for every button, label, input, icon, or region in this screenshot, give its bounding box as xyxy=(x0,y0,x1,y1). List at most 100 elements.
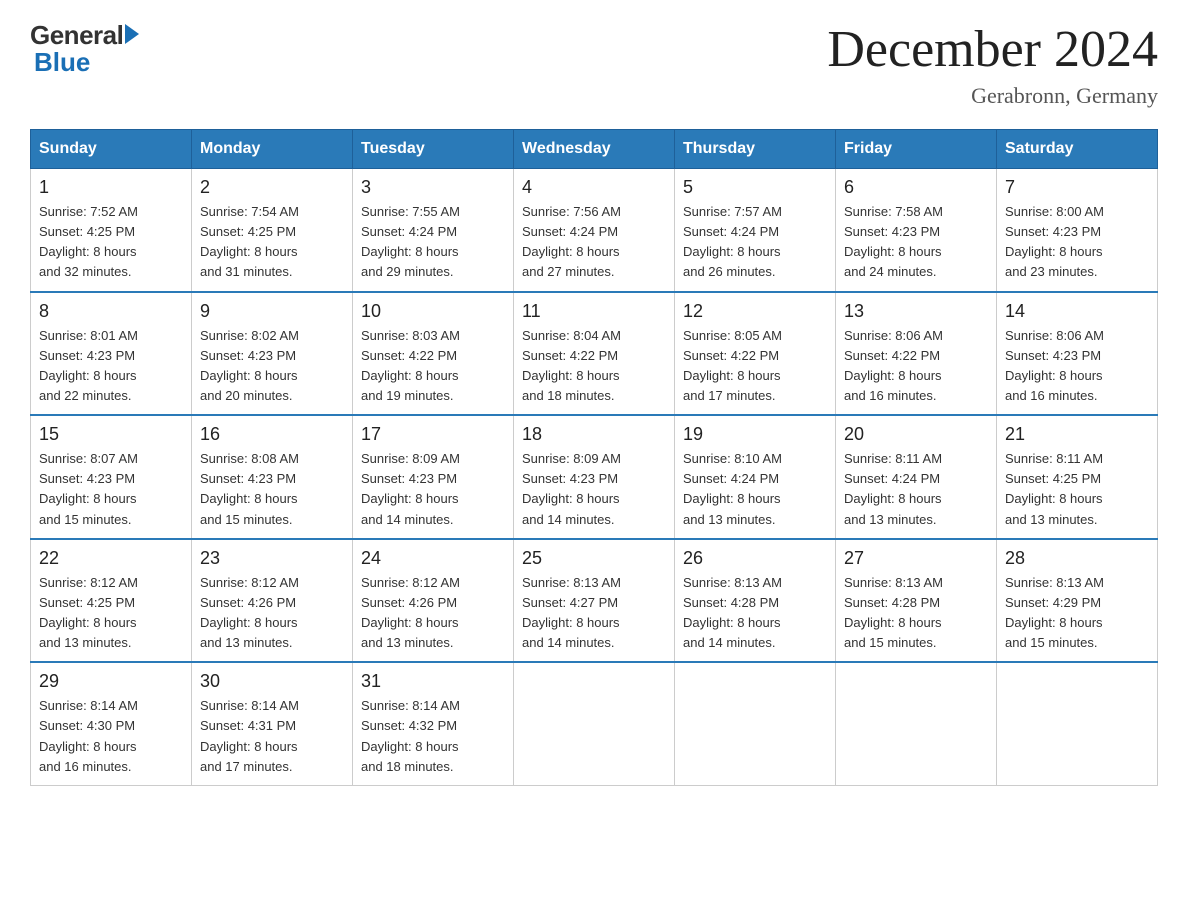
logo-triangle-icon xyxy=(125,24,139,44)
weekday-header-wednesday: Wednesday xyxy=(514,130,675,169)
day-number: 12 xyxy=(683,301,827,322)
day-info: Sunrise: 7:55 AMSunset: 4:24 PMDaylight:… xyxy=(361,202,505,283)
day-info: Sunrise: 8:02 AMSunset: 4:23 PMDaylight:… xyxy=(200,326,344,407)
day-info: Sunrise: 8:14 AMSunset: 4:30 PMDaylight:… xyxy=(39,696,183,777)
day-number: 26 xyxy=(683,548,827,569)
day-info: Sunrise: 8:13 AMSunset: 4:28 PMDaylight:… xyxy=(683,573,827,654)
day-number: 19 xyxy=(683,424,827,445)
calendar-day-cell: 28 Sunrise: 8:13 AMSunset: 4:29 PMDayligh… xyxy=(997,539,1158,663)
calendar-day-cell: 24 Sunrise: 8:12 AMSunset: 4:26 PMDayligh… xyxy=(353,539,514,663)
day-number: 28 xyxy=(1005,548,1149,569)
day-number: 21 xyxy=(1005,424,1149,445)
day-info: Sunrise: 8:06 AMSunset: 4:22 PMDaylight:… xyxy=(844,326,988,407)
calendar-header-row: SundayMondayTuesdayWednesdayThursdayFrid… xyxy=(31,130,1158,169)
day-info: Sunrise: 8:00 AMSunset: 4:23 PMDaylight:… xyxy=(1005,202,1149,283)
day-info: Sunrise: 8:11 AMSunset: 4:24 PMDaylight:… xyxy=(844,449,988,530)
day-number: 8 xyxy=(39,301,183,322)
calendar-day-cell: 1 Sunrise: 7:52 AMSunset: 4:25 PMDaylight… xyxy=(31,169,192,292)
day-info: Sunrise: 8:06 AMSunset: 4:23 PMDaylight:… xyxy=(1005,326,1149,407)
day-number: 24 xyxy=(361,548,505,569)
day-number: 15 xyxy=(39,424,183,445)
day-number: 18 xyxy=(522,424,666,445)
day-number: 29 xyxy=(39,671,183,692)
calendar-week-row: 22 Sunrise: 8:12 AMSunset: 4:25 PMDayligh… xyxy=(31,539,1158,663)
day-info: Sunrise: 8:13 AMSunset: 4:27 PMDaylight:… xyxy=(522,573,666,654)
day-info: Sunrise: 8:04 AMSunset: 4:22 PMDaylight:… xyxy=(522,326,666,407)
day-number: 20 xyxy=(844,424,988,445)
day-number: 30 xyxy=(200,671,344,692)
calendar-day-cell: 30 Sunrise: 8:14 AMSunset: 4:31 PMDayligh… xyxy=(192,662,353,785)
day-info: Sunrise: 7:52 AMSunset: 4:25 PMDaylight:… xyxy=(39,202,183,283)
day-number: 17 xyxy=(361,424,505,445)
weekday-header-friday: Friday xyxy=(836,130,997,169)
day-number: 22 xyxy=(39,548,183,569)
calendar-day-cell: 26 Sunrise: 8:13 AMSunset: 4:28 PMDayligh… xyxy=(675,539,836,663)
calendar-day-cell: 10 Sunrise: 8:03 AMSunset: 4:22 PMDayligh… xyxy=(353,292,514,416)
calendar-day-cell: 2Sunrise: 7:54 AMSunset: 4:25 PMDaylight… xyxy=(192,169,353,292)
weekday-header-monday: Monday xyxy=(192,130,353,169)
calendar-day-cell: 22 Sunrise: 8:12 AMSunset: 4:25 PMDayligh… xyxy=(31,539,192,663)
weekday-header-sunday: Sunday xyxy=(31,130,192,169)
day-number: 4 xyxy=(522,177,666,198)
day-number: 7 xyxy=(1005,177,1149,198)
day-number: 3 xyxy=(361,177,505,198)
calendar-week-row: 15 Sunrise: 8:07 AMSunset: 4:23 PMDayligh… xyxy=(31,415,1158,539)
day-info: Sunrise: 8:05 AMSunset: 4:22 PMDaylight:… xyxy=(683,326,827,407)
day-info: Sunrise: 8:12 AMSunset: 4:26 PMDaylight:… xyxy=(361,573,505,654)
calendar-day-cell: 8 Sunrise: 8:01 AMSunset: 4:23 PMDaylight… xyxy=(31,292,192,416)
day-number: 10 xyxy=(361,301,505,322)
day-number: 27 xyxy=(844,548,988,569)
calendar-day-cell: 7 Sunrise: 8:00 AMSunset: 4:23 PMDaylight… xyxy=(997,169,1158,292)
calendar-day-cell: 6 Sunrise: 7:58 AMSunset: 4:23 PMDaylight… xyxy=(836,169,997,292)
weekday-header-tuesday: Tuesday xyxy=(353,130,514,169)
day-number: 1 xyxy=(39,177,183,198)
day-info: Sunrise: 8:14 AMSunset: 4:31 PMDaylight:… xyxy=(200,696,344,777)
day-number: 11 xyxy=(522,301,666,322)
calendar-day-cell xyxy=(997,662,1158,785)
day-info: Sunrise: 8:12 AMSunset: 4:25 PMDaylight:… xyxy=(39,573,183,654)
day-number: 5 xyxy=(683,177,827,198)
day-info: Sunrise: 8:09 AMSunset: 4:23 PMDaylight:… xyxy=(361,449,505,530)
calendar-day-cell: 13Sunrise: 8:06 AMSunset: 4:22 PMDayligh… xyxy=(836,292,997,416)
calendar-day-cell: 29 Sunrise: 8:14 AMSunset: 4:30 PMDayligh… xyxy=(31,662,192,785)
calendar-week-row: 1 Sunrise: 7:52 AMSunset: 4:25 PMDaylight… xyxy=(31,169,1158,292)
calendar-day-cell xyxy=(836,662,997,785)
calendar-day-cell: 14 Sunrise: 8:06 AMSunset: 4:23 PMDayligh… xyxy=(997,292,1158,416)
day-number: 25 xyxy=(522,548,666,569)
calendar-day-cell: 15 Sunrise: 8:07 AMSunset: 4:23 PMDayligh… xyxy=(31,415,192,539)
day-number: 2 xyxy=(200,177,344,198)
calendar-subtitle: Gerabronn, Germany xyxy=(827,83,1158,109)
day-info: Sunrise: 8:11 AMSunset: 4:25 PMDaylight:… xyxy=(1005,449,1149,530)
day-info: Sunrise: 8:01 AMSunset: 4:23 PMDaylight:… xyxy=(39,326,183,407)
day-number: 23 xyxy=(200,548,344,569)
calendar-day-cell: 9 Sunrise: 8:02 AMSunset: 4:23 PMDaylight… xyxy=(192,292,353,416)
calendar-day-cell: 31Sunrise: 8:14 AMSunset: 4:32 PMDayligh… xyxy=(353,662,514,785)
calendar-day-cell: 25 Sunrise: 8:13 AMSunset: 4:27 PMDayligh… xyxy=(514,539,675,663)
weekday-header-thursday: Thursday xyxy=(675,130,836,169)
calendar-day-cell: 12 Sunrise: 8:05 AMSunset: 4:22 PMDayligh… xyxy=(675,292,836,416)
day-number: 9 xyxy=(200,301,344,322)
logo: General Blue xyxy=(30,20,139,78)
calendar-table: SundayMondayTuesdayWednesdayThursdayFrid… xyxy=(30,129,1158,786)
day-info: Sunrise: 8:12 AMSunset: 4:26 PMDaylight:… xyxy=(200,573,344,654)
title-section: December 2024 Gerabronn, Germany xyxy=(827,20,1158,109)
page-header: General Blue December 2024 Gerabronn, Ge… xyxy=(30,20,1158,109)
day-info: Sunrise: 8:13 AMSunset: 4:29 PMDaylight:… xyxy=(1005,573,1149,654)
calendar-day-cell xyxy=(675,662,836,785)
day-info: Sunrise: 7:58 AMSunset: 4:23 PMDaylight:… xyxy=(844,202,988,283)
day-info: Sunrise: 8:08 AMSunset: 4:23 PMDaylight:… xyxy=(200,449,344,530)
day-info: Sunrise: 8:13 AMSunset: 4:28 PMDaylight:… xyxy=(844,573,988,654)
calendar-day-cell: 3 Sunrise: 7:55 AMSunset: 4:24 PMDaylight… xyxy=(353,169,514,292)
day-number: 6 xyxy=(844,177,988,198)
calendar-week-row: 29 Sunrise: 8:14 AMSunset: 4:30 PMDayligh… xyxy=(31,662,1158,785)
day-info: Sunrise: 7:57 AMSunset: 4:24 PMDaylight:… xyxy=(683,202,827,283)
calendar-title: December 2024 xyxy=(827,20,1158,79)
day-number: 14 xyxy=(1005,301,1149,322)
day-info: Sunrise: 7:56 AMSunset: 4:24 PMDaylight:… xyxy=(522,202,666,283)
day-info: Sunrise: 8:07 AMSunset: 4:23 PMDaylight:… xyxy=(39,449,183,530)
day-info: Sunrise: 8:03 AMSunset: 4:22 PMDaylight:… xyxy=(361,326,505,407)
calendar-day-cell xyxy=(514,662,675,785)
calendar-day-cell: 19Sunrise: 8:10 AMSunset: 4:24 PMDayligh… xyxy=(675,415,836,539)
calendar-day-cell: 17 Sunrise: 8:09 AMSunset: 4:23 PMDayligh… xyxy=(353,415,514,539)
calendar-week-row: 8 Sunrise: 8:01 AMSunset: 4:23 PMDaylight… xyxy=(31,292,1158,416)
